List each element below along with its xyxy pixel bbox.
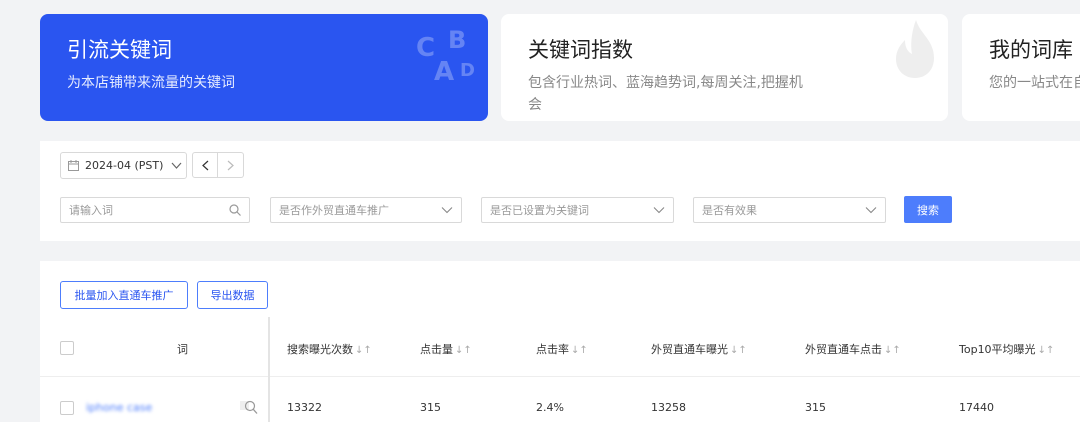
cell-clicks: 315 bbox=[420, 401, 441, 414]
p4p-select-value: 是否作外贸直通车推广 bbox=[279, 204, 389, 217]
card-traffic-keywords[interactable]: 引流关键词 为本店铺带来流量的关键词 C B A D bbox=[40, 14, 488, 121]
effective-select-value: 是否有效果 bbox=[702, 204, 757, 217]
table-row: iphone case 13322 315 2.4% 13258 315 174… bbox=[40, 391, 1080, 421]
card-desc: 为本店铺带来流量的关键词 bbox=[67, 75, 235, 91]
cell-top10-avg: 17440 bbox=[959, 401, 994, 414]
month-picker[interactable]: 2024-04 (PST) bbox=[60, 152, 187, 179]
select-all-checkbox[interactable] bbox=[60, 341, 74, 355]
svg-text:D: D bbox=[460, 60, 475, 81]
col-ctr[interactable]: 点击率 ↓↑ bbox=[536, 341, 588, 357]
sort-icon[interactable]: ↓↑ bbox=[884, 345, 901, 356]
col-top10-avg[interactable]: Top10平均曝光 ↓↑ bbox=[959, 341, 1054, 357]
card-my-lexicon[interactable]: 我的词库 您的一站式在自定义分组管 bbox=[962, 14, 1080, 121]
cell-ctr: 2.4% bbox=[536, 401, 564, 414]
col-p4p-impressions[interactable]: 外贸直通车曝光 ↓↑ bbox=[651, 341, 747, 357]
card-desc: 您的一站式在自定义分组管 bbox=[989, 75, 1080, 91]
col-label: 点击率 bbox=[536, 343, 569, 356]
next-month-button[interactable] bbox=[218, 152, 244, 178]
prev-month-button[interactable] bbox=[192, 152, 218, 178]
svg-text:C: C bbox=[416, 33, 435, 63]
card-title: 我的词库 bbox=[989, 38, 1073, 62]
table-header: 词 搜索曝光次数 ↓↑ 点击量 ↓↑ 点击率 ↓↑ 外贸直通车曝光 ↓↑ 外贸直通车点击… bbox=[40, 319, 1080, 377]
row-keyword-link[interactable]: iphone case bbox=[86, 401, 152, 414]
card-keyword-index[interactable]: 关键词指数 包含行业热词、蓝海趋势词,每周关注,把握机会 bbox=[501, 14, 948, 121]
month-picker-value: 2024-04 (PST) bbox=[85, 159, 164, 172]
sort-icon[interactable]: ↓↑ bbox=[1038, 345, 1055, 356]
search-icon bbox=[229, 204, 241, 216]
batch-add-p4p-button[interactable]: 批量加入直通车推广 bbox=[60, 281, 188, 309]
chevron-left-icon bbox=[201, 160, 208, 170]
flame-icon bbox=[896, 20, 934, 78]
col-label: 点击量 bbox=[420, 343, 453, 356]
chevron-down-icon bbox=[441, 207, 453, 214]
chevron-down-icon bbox=[653, 207, 665, 214]
card-title: 引流关键词 bbox=[67, 38, 172, 62]
word-search-input[interactable] bbox=[69, 203, 219, 217]
cell-p4p-impressions: 13258 bbox=[651, 401, 686, 414]
sort-icon[interactable]: ↓↑ bbox=[730, 345, 747, 356]
export-data-button[interactable]: 导出数据 bbox=[197, 281, 268, 309]
sort-icon[interactable]: ↓↑ bbox=[355, 345, 372, 356]
col-word: 词 bbox=[177, 343, 188, 356]
word-search-field[interactable] bbox=[60, 197, 250, 223]
is-keyword-select-value: 是否已设置为关键词 bbox=[490, 204, 589, 217]
sort-icon[interactable]: ↓↑ bbox=[455, 345, 472, 356]
p4p-select[interactable]: 是否作外贸直通车推广 bbox=[270, 197, 462, 223]
col-label: 搜索曝光次数 bbox=[287, 343, 353, 356]
letters-icon: C B A D bbox=[416, 26, 475, 82]
search-button[interactable]: 搜索 bbox=[904, 196, 952, 223]
cell-p4p-clicks: 315 bbox=[805, 401, 826, 414]
col-label: 外贸直通车点击 bbox=[805, 343, 882, 356]
card-desc: 包含行业热词、蓝海趋势词,每周关注,把握机会 bbox=[528, 75, 803, 113]
col-p4p-clicks[interactable]: 外贸直通车点击 ↓↑ bbox=[805, 341, 901, 357]
search-icon[interactable] bbox=[240, 399, 258, 415]
chevron-down-icon bbox=[171, 162, 182, 169]
sort-icon[interactable]: ↓↑ bbox=[571, 345, 588, 356]
svg-text:A: A bbox=[434, 57, 454, 82]
svg-text:B: B bbox=[448, 26, 466, 54]
calendar-icon bbox=[68, 160, 79, 171]
keyword-table-panel: 批量加入直通车推广 导出数据 词 搜索曝光次数 ↓↑ 点击量 ↓↑ 点击率 ↓↑ 外贸… bbox=[40, 261, 1080, 422]
is-keyword-select[interactable]: 是否已设置为关键词 bbox=[481, 197, 674, 223]
col-clicks[interactable]: 点击量 ↓↑ bbox=[420, 341, 472, 357]
row-checkbox[interactable] bbox=[60, 401, 74, 415]
chevron-down-icon bbox=[865, 207, 877, 214]
filter-panel: 2024-04 (PST) 是否作外贸直通车推广 是否已设置为关键词 是否 bbox=[40, 141, 1080, 241]
col-impressions[interactable]: 搜索曝光次数 ↓↑ bbox=[287, 341, 372, 357]
col-label: Top10平均曝光 bbox=[959, 343, 1036, 356]
chevron-right-icon bbox=[227, 160, 234, 170]
effective-select[interactable]: 是否有效果 bbox=[693, 197, 886, 223]
col-label: 外贸直通车曝光 bbox=[651, 343, 728, 356]
cell-impressions: 13322 bbox=[287, 401, 322, 414]
card-title: 关键词指数 bbox=[528, 38, 633, 62]
